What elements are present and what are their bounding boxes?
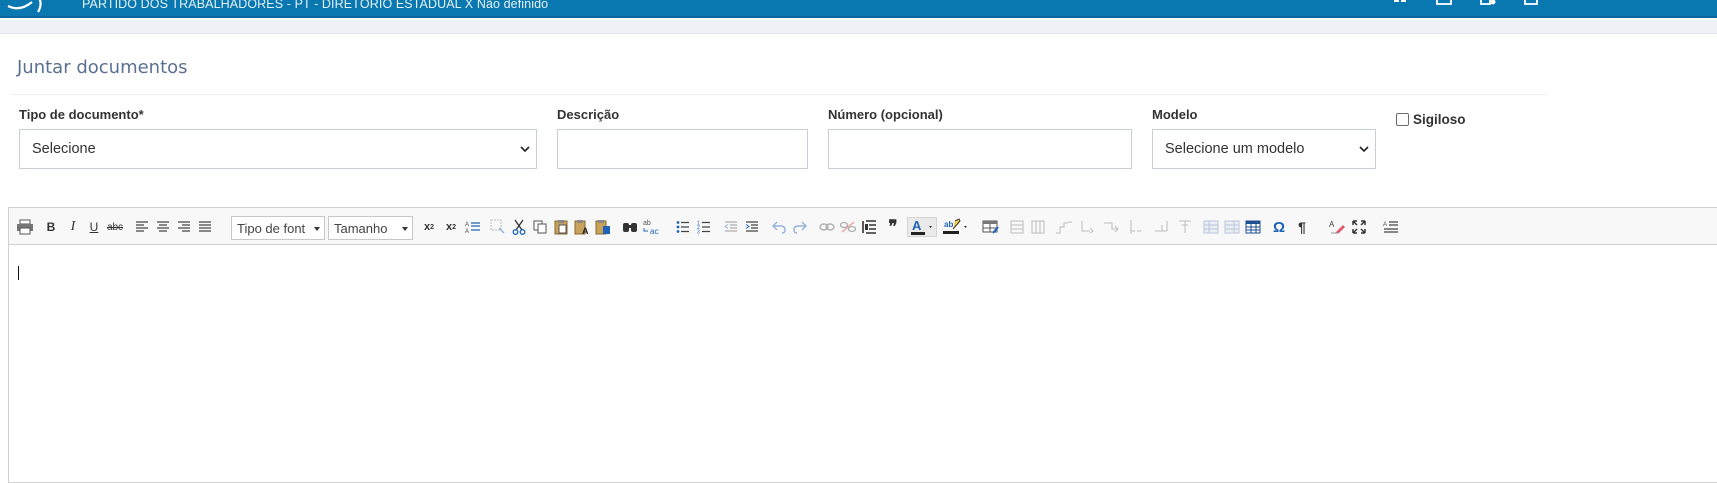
font-size-value: Tamanho (334, 221, 388, 236)
paste-icon[interactable] (551, 217, 571, 237)
blockquote-icon[interactable]: ❞ (883, 217, 903, 237)
table-layout-1-icon[interactable] (1201, 217, 1221, 237)
show-blocks-icon[interactable]: ¶ (1292, 217, 1312, 237)
text-color-button[interactable]: A (907, 217, 937, 237)
select-all-icon[interactable] (488, 217, 508, 237)
svg-text:ab: ab (944, 220, 953, 229)
section-divider (10, 94, 1546, 95)
document-icon[interactable] (1523, 0, 1539, 10)
special-character-icon[interactable]: Ω (1269, 217, 1289, 237)
align-center-icon[interactable] (153, 217, 173, 237)
find-icon[interactable] (620, 217, 640, 237)
strikethrough-button[interactable]: abc (105, 217, 125, 237)
chevron-down-icon (520, 146, 530, 153)
align-right-icon[interactable] (174, 217, 194, 237)
insert-row-icon[interactable] (1007, 217, 1027, 237)
svg-text:A: A (912, 218, 922, 233)
merge-cells-icon[interactable] (1054, 217, 1074, 237)
monitor-icon[interactable] (1436, 0, 1452, 10)
italic-button[interactable]: I (63, 217, 83, 237)
paste-text-icon[interactable]: A (572, 217, 592, 237)
modelo-value: Selecione um modelo (1165, 141, 1305, 157)
sub-header-strip (0, 20, 1717, 34)
font-family-value: Tipo de font (237, 221, 306, 236)
svg-text:3: 3 (697, 230, 700, 235)
delete-row-icon[interactable] (1128, 217, 1148, 237)
text-direction-icon[interactable]: AA (463, 217, 483, 237)
copy-icon[interactable] (530, 217, 550, 237)
app-logo-icon[interactable] (6, 0, 62, 14)
tipo-documento-select[interactable]: Selecione (19, 129, 537, 169)
font-size-dropdown[interactable]: Tamanho (328, 216, 413, 240)
svg-text:ab: ab (643, 220, 651, 227)
split-cell-down-icon[interactable] (1102, 217, 1122, 237)
subscript-icon[interactable]: x2 (419, 217, 439, 237)
table-layout-2-icon[interactable] (1222, 217, 1242, 237)
sigiloso-checkbox[interactable] (1396, 113, 1409, 126)
cut-icon[interactable] (509, 217, 529, 237)
tipo-documento-value: Selecione (32, 141, 96, 157)
format-text-icon[interactable]: A (1381, 217, 1401, 237)
paste-word-icon[interactable] (593, 217, 613, 237)
sigiloso-label: Sigiloso (1413, 112, 1466, 127)
section-title: Juntar documentos (17, 57, 188, 78)
link-icon[interactable] (817, 217, 837, 237)
descricao-input[interactable] (557, 129, 808, 169)
svg-text:A: A (582, 226, 589, 235)
print-icon[interactable] (15, 217, 35, 237)
editor-content-area[interactable] (9, 246, 1717, 482)
editor-toolbar: B I U abc Tipo de font Tamanho x2 x2 AA (9, 208, 1717, 245)
descricao-label: Descrição (557, 107, 620, 122)
organization-name: PARTIDO DOS TRABALHADORES - PT - DIRETÓR… (82, 0, 549, 11)
bulleted-list-icon[interactable] (673, 217, 693, 237)
svg-text:A: A (465, 229, 469, 234)
rich-text-editor: B I U abc Tipo de font Tamanho x2 x2 AA (8, 207, 1717, 483)
indent-icon[interactable] (742, 217, 762, 237)
modelo-label: Modelo (1152, 107, 1198, 122)
numbered-list-icon[interactable]: 123 (694, 217, 714, 237)
tipo-documento-label: Tipo de documento* (19, 107, 144, 122)
delete-column-icon[interactable] (1152, 217, 1172, 237)
font-family-dropdown[interactable]: Tipo de font (231, 216, 325, 240)
replace-icon[interactable]: ab ac (642, 217, 662, 237)
align-justify-icon[interactable] (195, 217, 215, 237)
svg-text:A: A (1383, 222, 1387, 228)
delete-table-icon[interactable] (1175, 217, 1195, 237)
align-left-icon[interactable] (132, 217, 152, 237)
modelo-select[interactable]: Selecione um modelo (1152, 129, 1376, 169)
split-cell-right-icon[interactable] (1078, 217, 1098, 237)
sitemap-icon[interactable] (1392, 0, 1408, 10)
remove-format-icon[interactable]: A (1327, 217, 1347, 237)
maximize-icon[interactable] (1349, 217, 1369, 237)
top-header-bar: PARTIDO DOS TRABALHADORES - PT - DIRETÓR… (0, 0, 1717, 18)
table-properties-icon[interactable] (981, 217, 1001, 237)
underline-button[interactable]: U (84, 217, 104, 237)
outdent-icon[interactable] (721, 217, 741, 237)
svg-text:A: A (465, 222, 469, 228)
chevron-down-icon (402, 227, 408, 231)
insert-table-icon[interactable] (1243, 217, 1263, 237)
numero-input[interactable] (828, 129, 1132, 169)
unlink-icon[interactable] (838, 217, 858, 237)
insert-column-icon[interactable] (1028, 217, 1048, 237)
redo-icon[interactable] (790, 217, 810, 237)
blocks-icon[interactable] (859, 217, 879, 237)
sigiloso-toggle[interactable]: Sigiloso (1396, 112, 1466, 127)
undo-icon[interactable] (769, 217, 789, 237)
user-settings-icon[interactable] (1480, 0, 1496, 10)
svg-text:ac: ac (650, 227, 658, 236)
background-color-button[interactable]: ab (941, 217, 971, 237)
svg-text:A: A (1329, 220, 1335, 229)
numero-label: Número (opcional) (828, 107, 943, 122)
chevron-down-icon (1359, 146, 1369, 153)
bold-button[interactable]: B (41, 217, 61, 237)
chevron-down-icon (314, 227, 320, 231)
superscript-icon[interactable]: x2 (441, 217, 461, 237)
